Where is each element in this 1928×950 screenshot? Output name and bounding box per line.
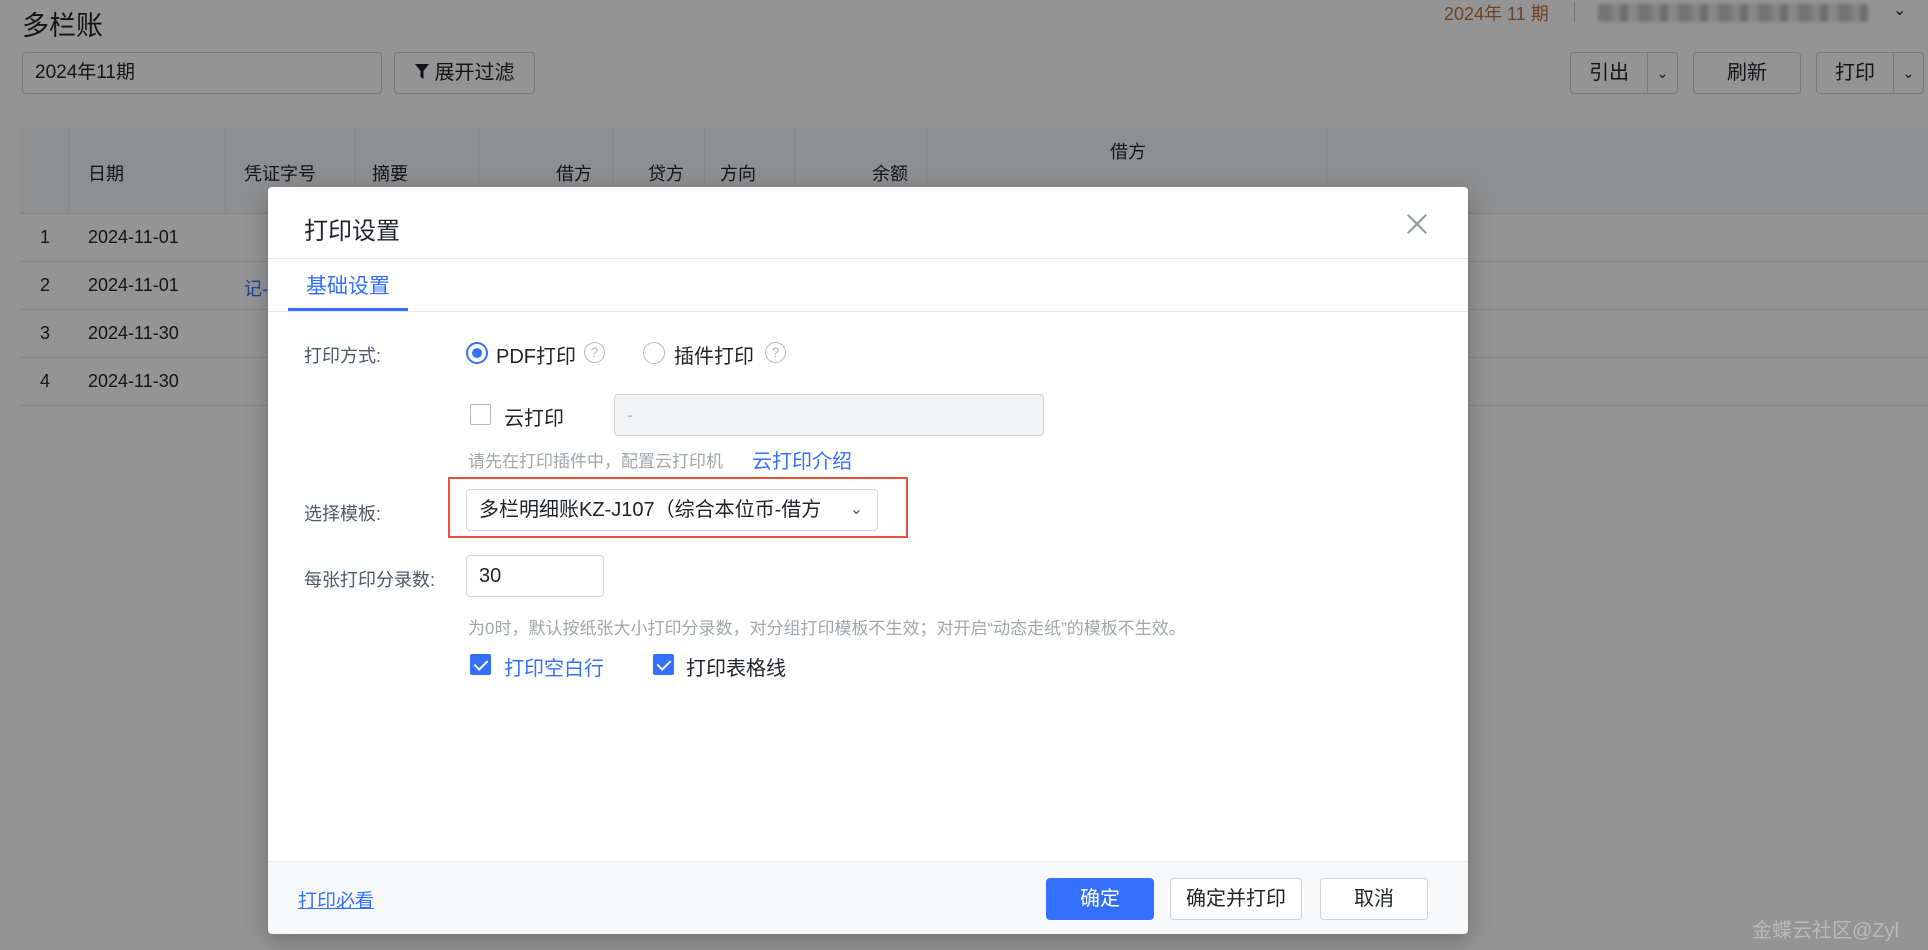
print-must-read-link[interactable]: 打印必看 — [298, 886, 374, 913]
watermark: 金蝶云社区@Zyl — [1752, 920, 1899, 942]
plugin-print-radio[interactable] — [643, 342, 665, 364]
dialog-footer: 打印必看 确定 确定并打印 取消 — [268, 861, 1468, 934]
plugin-print-label[interactable]: 插件打印 — [674, 340, 754, 369]
confirm-and-print-button[interactable]: 确定并打印 — [1170, 878, 1302, 920]
close-icon[interactable] — [1404, 211, 1430, 237]
cancel-button[interactable]: 取消 — [1320, 878, 1428, 920]
template-select[interactable]: 多栏明细账KZ-J107（综合本位币-借方 ⌄ — [466, 489, 878, 531]
tab-basic-settings[interactable]: 基础设置 — [288, 267, 408, 311]
entries-per-page-hint: 为0时，默认按纸张大小打印分录数，对分组打印模板不生效；对开启“动态走纸”的模板… — [468, 619, 1186, 638]
confirm-button[interactable]: 确定 — [1046, 878, 1154, 920]
cloud-print-hint: 请先在打印插件中，配置云打印机 — [468, 452, 723, 471]
divider — [268, 311, 1468, 312]
help-icon[interactable]: ? — [765, 342, 786, 363]
pdf-print-label[interactable]: PDF打印 — [496, 340, 576, 369]
cloud-printer-input[interactable]: - — [614, 394, 1044, 436]
cloud-print-label[interactable]: 云打印 — [504, 402, 564, 431]
divider — [268, 258, 1468, 259]
cloud-print-intro-link[interactable]: 云打印介绍 — [752, 445, 852, 474]
print-blank-rows-checkbox[interactable] — [470, 654, 491, 675]
entries-per-page-label: 每张打印分录数: — [304, 570, 436, 590]
template-label: 选择模板: — [304, 504, 382, 524]
template-value: 多栏明细账KZ-J107（综合本位币-借方 — [479, 499, 822, 521]
help-icon[interactable]: ? — [584, 342, 605, 363]
entries-per-page-input[interactable]: 30 — [466, 555, 604, 597]
modal-overlay-top — [0, 0, 1928, 110]
print-blank-rows-label[interactable]: 打印空白行 — [504, 652, 604, 681]
print-grid-lines-checkbox[interactable] — [653, 654, 674, 675]
pdf-print-radio[interactable] — [466, 342, 488, 364]
print-settings-dialog: 打印设置 基础设置 打印方式: PDF打印 ? 插件打印 ? 云打印 - 请先在… — [268, 187, 1468, 934]
chevron-down-icon[interactable]: ⌄ — [845, 490, 863, 530]
print-mode-label: 打印方式: — [304, 346, 382, 366]
dialog-title: 打印设置 — [304, 218, 400, 245]
cloud-print-checkbox[interactable] — [470, 404, 491, 425]
print-grid-lines-label[interactable]: 打印表格线 — [686, 652, 786, 681]
